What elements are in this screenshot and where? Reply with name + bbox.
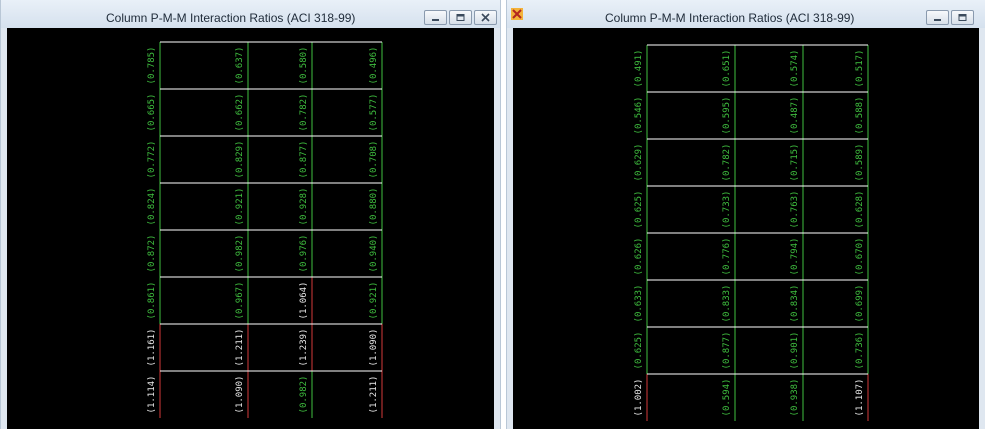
ratio-label: (0.785) <box>147 47 157 85</box>
ratio-label: (0.938) <box>790 379 800 417</box>
window-controls <box>424 10 497 25</box>
ratio-label: (1.002) <box>634 379 644 417</box>
ratio-label: (0.633) <box>634 285 644 323</box>
ratio-label: (0.901) <box>790 332 800 370</box>
ratio-label: (0.546) <box>634 97 644 135</box>
ratio-label: (0.708) <box>369 141 379 179</box>
interaction-ratio-window-left[interactable]: Column P-M-M Interaction Ratios (ACI 318… <box>0 0 501 429</box>
ratio-label: (0.699) <box>855 285 865 323</box>
ratio-label: (1.211) <box>369 376 379 414</box>
ratio-label: (0.782) <box>299 94 309 132</box>
ratio-label: (0.763) <box>790 191 800 229</box>
ratio-label: (0.940) <box>369 235 379 273</box>
window-title: Column P-M-M Interaction Ratios (ACI 318… <box>605 11 855 25</box>
minimize-button[interactable] <box>424 10 447 25</box>
sap2000-app-icon[interactable] <box>511 8 523 20</box>
ratio-label: (0.580) <box>299 47 309 85</box>
ratio-label: (0.976) <box>299 235 309 273</box>
ratio-label: (0.772) <box>147 141 157 179</box>
ratio-label: (0.491) <box>634 50 644 88</box>
ratio-label: (0.928) <box>299 188 309 226</box>
maximize-button[interactable] <box>951 10 974 25</box>
ratio-label: (1.090) <box>235 376 245 414</box>
ratio-label: (0.833) <box>722 285 732 323</box>
ratio-label: (0.589) <box>855 144 865 182</box>
ratio-label: (0.776) <box>722 238 732 276</box>
maximize-icon <box>456 14 465 21</box>
ratio-label: (0.665) <box>147 94 157 132</box>
ratio-label: (0.595) <box>722 97 732 135</box>
ratio-label: (0.715) <box>790 144 800 182</box>
ratio-label: (0.861) <box>147 282 157 320</box>
ratio-label: (0.736) <box>855 332 865 370</box>
interaction-ratio-window-right[interactable]: Column P-M-M Interaction Ratios (ACI 318… <box>506 0 985 429</box>
ratio-label: (0.651) <box>722 50 732 88</box>
ratio-label: (0.877) <box>722 332 732 370</box>
ratio-label: (1.211) <box>235 329 245 367</box>
frame-elevation-drawing[interactable]: (0.491) (0.651) (0.574) (0.517) (0.546) (0.59… <box>513 28 980 429</box>
ratio-label: (0.517) <box>855 50 865 88</box>
ratio-label: (0.967) <box>235 282 245 320</box>
ratio-label: (1.064) <box>299 282 309 320</box>
ratio-label: (0.487) <box>790 97 800 135</box>
maximize-button[interactable] <box>449 10 472 25</box>
window-title: Column P-M-M Interaction Ratios (ACI 318… <box>106 11 356 25</box>
ratio-label: (0.921) <box>369 282 379 320</box>
ratio-label: (0.872) <box>147 235 157 273</box>
ratio-label: (0.574) <box>790 50 800 88</box>
ratio-label: (1.239) <box>299 329 309 367</box>
ratio-label: (0.625) <box>634 191 644 229</box>
ratio-label: (0.982) <box>299 376 309 414</box>
ratio-label: (0.670) <box>855 238 865 276</box>
ratio-label: (1.090) <box>369 329 379 367</box>
frame-canvas[interactable]: (0.785) (0.637) (0.580) (0.496) (0.665) (0.66… <box>7 28 494 429</box>
ratio-label: (0.921) <box>235 188 245 226</box>
maximize-icon <box>958 14 967 21</box>
ratio-label: (0.629) <box>634 144 644 182</box>
ratio-label: (0.628) <box>855 191 865 229</box>
close-button[interactable] <box>474 10 497 25</box>
ratio-label: (0.782) <box>722 144 732 182</box>
ratio-label: (0.829) <box>235 141 245 179</box>
ratio-label: (0.794) <box>790 238 800 276</box>
title-bar[interactable]: Column P-M-M Interaction Ratios (ACI 318… <box>507 0 985 28</box>
ratio-label: (0.625) <box>634 332 644 370</box>
ratio-label: (0.824) <box>147 188 157 226</box>
minimize-icon <box>934 18 941 21</box>
ratio-label: (0.594) <box>722 379 732 417</box>
close-icon <box>481 13 490 22</box>
ratio-label: (0.662) <box>235 94 245 132</box>
ratio-label: (0.877) <box>299 141 309 179</box>
ratio-label: (1.107) <box>855 379 865 417</box>
ratio-label: (0.733) <box>722 191 732 229</box>
title-bar[interactable]: Column P-M-M Interaction Ratios (ACI 318… <box>1 0 500 28</box>
minimize-icon <box>432 18 439 21</box>
frame-canvas[interactable]: (0.491) (0.651) (0.574) (0.517) (0.546) (0.59… <box>513 28 979 429</box>
ratio-label: (0.626) <box>634 238 644 276</box>
ratio-label: (0.577) <box>369 94 379 132</box>
ratio-label: (1.114) <box>147 376 157 414</box>
minimize-button[interactable] <box>926 10 949 25</box>
window-controls <box>926 10 974 25</box>
ratio-label: (0.496) <box>369 47 379 85</box>
ratio-label: (0.588) <box>855 97 865 135</box>
ratio-label: (0.880) <box>369 188 379 226</box>
ratio-label: (0.834) <box>790 285 800 323</box>
frame-elevation-drawing[interactable]: (0.785) (0.637) (0.580) (0.496) (0.665) (0.66… <box>7 28 496 429</box>
ratio-label: (1.161) <box>147 329 157 367</box>
ratio-label: (0.982) <box>235 235 245 273</box>
ratio-label: (0.637) <box>235 47 245 85</box>
